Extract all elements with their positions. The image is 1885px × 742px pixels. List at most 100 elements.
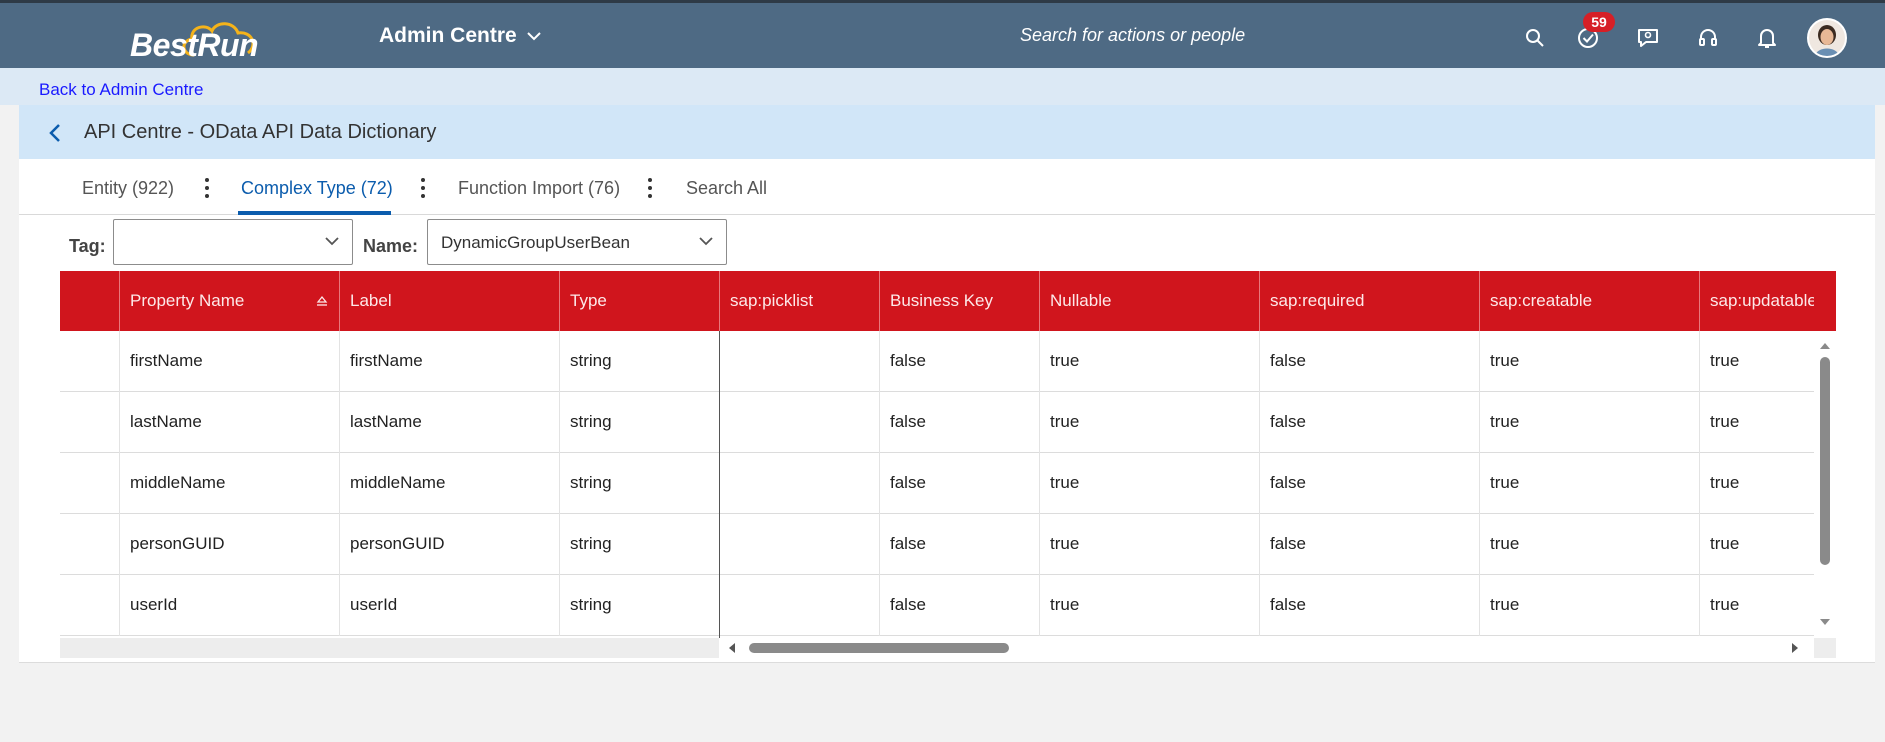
table-cell: middleName <box>119 453 339 514</box>
back-link-strip: Back to Admin Centre <box>0 68 1885 105</box>
table-cell: false <box>879 453 1039 514</box>
support-headset-icon[interactable] <box>1695 25 1721 51</box>
row-selector[interactable] <box>60 331 119 392</box>
table-cell: true <box>1039 392 1259 453</box>
table-cell: firstName <box>119 331 339 392</box>
table-cell: true <box>1699 331 1814 392</box>
tab-complex-type[interactable]: Complex Type (72) <box>241 178 393 199</box>
column-header-label: Property Name <box>130 291 245 310</box>
table-cell <box>719 392 879 453</box>
column-header-business-key[interactable]: Business Key <box>879 271 1039 331</box>
horizontal-scroll-track[interactable] <box>719 638 1814 658</box>
table-cell: true <box>1479 514 1699 575</box>
name-label: Name: <box>363 236 419 256</box>
tab-search-all[interactable]: Search All <box>686 178 767 199</box>
fixed-column-divider <box>719 331 720 638</box>
chevron-down-icon <box>526 32 541 41</box>
column-header-sap-picklist[interactable]: sap:picklist <box>719 271 879 331</box>
horizontal-scrollbar[interactable] <box>60 638 1836 658</box>
feedback-icon[interactable] <box>1635 25 1661 51</box>
column-header-type[interactable]: Type <box>559 271 719 331</box>
column-header-property-name[interactable]: Property Name <box>119 271 339 331</box>
column-header-sap-updatable[interactable]: sap:updatable <box>1699 271 1814 331</box>
logo-text: BestRun <box>130 27 259 63</box>
tab-complex-type-more-icon[interactable] <box>416 175 430 201</box>
sort-ascending-icon <box>316 295 328 306</box>
table-row[interactable]: lastName lastName string false true fals… <box>60 392 1814 453</box>
tab-function-import-more-icon[interactable] <box>643 175 657 201</box>
table-cell: true <box>1039 514 1259 575</box>
table-cell: userId <box>339 575 559 636</box>
tab-entity[interactable]: Entity (922) <box>82 178 174 199</box>
table-cell: lastName <box>339 392 559 453</box>
table-row[interactable]: firstName firstName string false true fa… <box>60 331 1814 392</box>
table-cell: false <box>1259 575 1479 636</box>
table-cell: true <box>1699 392 1814 453</box>
column-header-sap-required[interactable]: sap:required <box>1259 271 1479 331</box>
tag-select[interactable] <box>113 219 353 265</box>
chevron-down-icon <box>325 237 339 246</box>
table-cell: false <box>1259 392 1479 453</box>
name-select[interactable]: DynamicGroupUserBean <box>427 219 727 265</box>
page-header: API Centre - OData API Data Dictionary <box>19 105 1875 159</box>
table-cell: string <box>559 575 719 636</box>
table-cell: true <box>1039 575 1259 636</box>
table-cell: false <box>1259 514 1479 575</box>
row-selector[interactable] <box>60 514 119 575</box>
tab-function-import[interactable]: Function Import (76) <box>458 178 620 199</box>
bestrun-logo[interactable]: BestRun <box>128 15 288 63</box>
column-header-nullable[interactable]: Nullable <box>1039 271 1259 331</box>
vertical-scrollbar[interactable] <box>1814 331 1836 638</box>
table-cell: personGUID <box>339 514 559 575</box>
user-avatar[interactable] <box>1807 18 1847 58</box>
bell-icon[interactable] <box>1754 25 1780 51</box>
scroll-right-icon[interactable] <box>1790 642 1800 654</box>
chevron-down-icon <box>699 237 713 246</box>
table-cell: false <box>879 514 1039 575</box>
admin-centre-menu[interactable]: Admin Centre <box>379 24 541 48</box>
scroll-up-icon[interactable] <box>1819 341 1831 351</box>
scroll-down-icon[interactable] <box>1819 617 1831 627</box>
row-selector[interactable] <box>60 575 119 636</box>
table-cell: middleName <box>339 453 559 514</box>
tab-entity-more-icon[interactable] <box>200 175 214 201</box>
column-header-sap-creatable[interactable]: sap:creatable <box>1479 271 1699 331</box>
row-selector[interactable] <box>60 453 119 514</box>
table-cell: false <box>879 331 1039 392</box>
table-cell: true <box>1479 453 1699 514</box>
table-row[interactable]: userId userId string false true false tr… <box>60 575 1814 636</box>
table-cell: true <box>1479 331 1699 392</box>
table-cell: true <box>1699 514 1814 575</box>
properties-table: Property Name Label Type sap:picklist Bu… <box>60 271 1836 660</box>
table-cell: firstName <box>339 331 559 392</box>
table-cell: false <box>879 392 1039 453</box>
row-selector[interactable] <box>60 392 119 453</box>
horizontal-scroll-thumb[interactable] <box>749 643 1009 653</box>
page-title: API Centre - OData API Data Dictionary <box>84 121 437 143</box>
table-cell: true <box>1039 453 1259 514</box>
table-row[interactable]: personGUID personGUID string false true … <box>60 514 1814 575</box>
table-cell: false <box>879 575 1039 636</box>
back-arrow-icon[interactable] <box>41 119 69 147</box>
shell-search-input[interactable]: Search for actions or people <box>1020 25 1245 46</box>
table-cell: lastName <box>119 392 339 453</box>
search-icon[interactable] <box>1522 25 1548 51</box>
table-cell: false <box>1259 453 1479 514</box>
table-cell <box>719 453 879 514</box>
table-cell <box>719 514 879 575</box>
table-cell: string <box>559 331 719 392</box>
scroll-left-icon[interactable] <box>727 642 737 654</box>
page-footer-area <box>19 662 1875 742</box>
table-cell: string <box>559 453 719 514</box>
table-row[interactable]: middleName middleName string false true … <box>60 453 1814 514</box>
admin-centre-label: Admin Centre <box>379 24 517 47</box>
notifications-count-badge: 59 <box>1583 12 1615 32</box>
column-header-label[interactable]: Label <box>339 271 559 331</box>
table-cell: false <box>1259 331 1479 392</box>
table-header-row: Property Name Label Type sap:picklist Bu… <box>60 271 1836 331</box>
back-to-admin-centre-link[interactable]: Back to Admin Centre <box>39 80 203 100</box>
table-cell: string <box>559 514 719 575</box>
table-cell: userId <box>119 575 339 636</box>
tag-label: Tag: <box>69 236 106 256</box>
vertical-scroll-thumb[interactable] <box>1820 357 1830 565</box>
